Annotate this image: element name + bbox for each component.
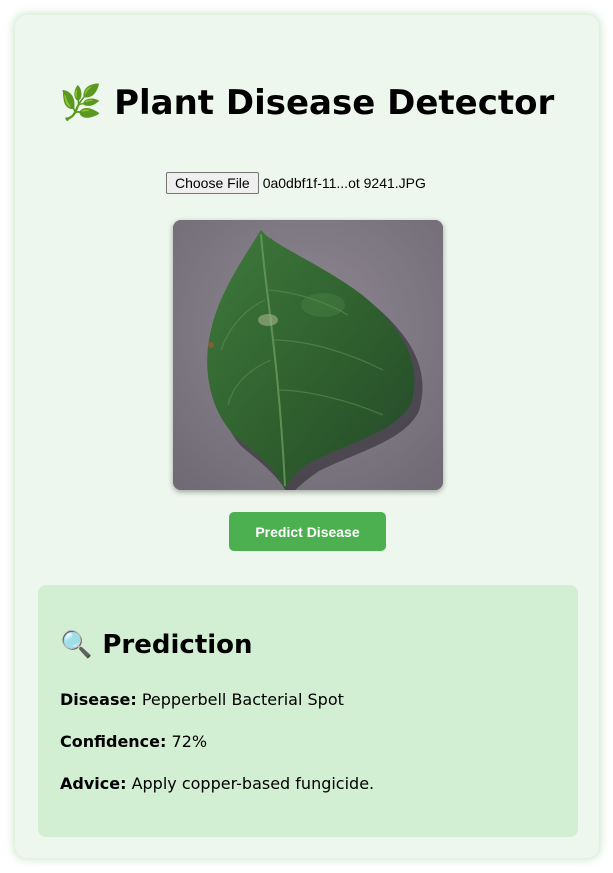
prediction-heading-text: Prediction — [102, 630, 253, 660]
leaf-image-preview — [173, 220, 443, 490]
file-input[interactable]: Choose File 0a0dbf1f-11...ot 9241.JPG — [166, 172, 426, 194]
predict-disease-button[interactable]: Predict Disease — [229, 512, 386, 551]
prediction-heading: 🔍 Prediction — [60, 630, 253, 660]
selected-file-name: 0a0dbf1f-11...ot 9241.JPG — [262, 175, 426, 191]
confidence-label: Confidence: — [60, 732, 167, 751]
disease-row: Disease: Pepperbell Bacterial Spot — [60, 690, 344, 709]
confidence-row: Confidence: 72% — [60, 732, 207, 751]
disease-value: Pepperbell Bacterial Spot — [141, 690, 344, 709]
choose-file-button[interactable]: Choose File — [166, 172, 259, 194]
prediction-panel: 🔍 Prediction Disease: Pepperbell Bacteria… — [38, 585, 578, 837]
magnifier-icon: 🔍 — [60, 630, 93, 660]
advice-value: Apply copper-based fungicide. — [131, 774, 375, 793]
disease-label: Disease: — [60, 690, 137, 709]
page-title: 🌿 Plant Disease Detector — [15, 83, 599, 123]
herb-icon: 🌿 — [59, 83, 103, 123]
leaf-image — [173, 220, 443, 490]
main-card: 🌿 Plant Disease Detector Choose File 0a0d… — [15, 15, 599, 858]
page-title-text: Plant Disease Detector — [114, 83, 555, 123]
advice-row: Advice: Apply copper-based fungicide. — [60, 774, 374, 793]
confidence-value: 72% — [171, 732, 208, 751]
advice-label: Advice: — [60, 774, 127, 793]
